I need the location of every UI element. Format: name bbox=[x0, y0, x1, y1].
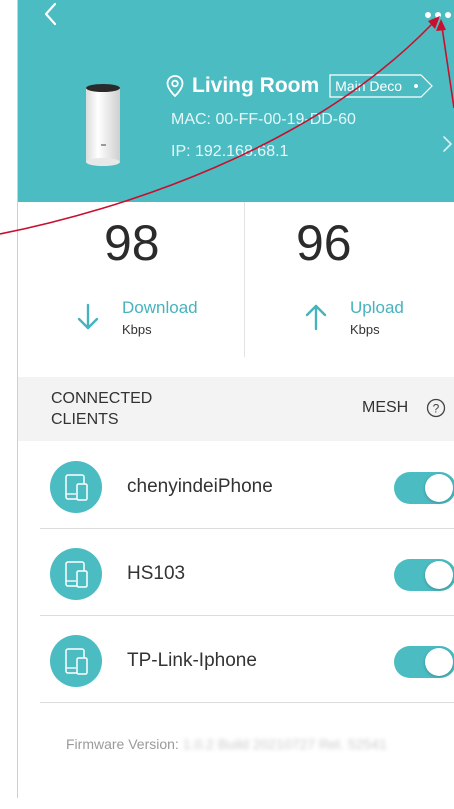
main-deco-tag: Main Deco bbox=[329, 74, 434, 98]
client-name: chenyindeiPhone bbox=[127, 476, 273, 497]
upload-speed-value: 96 bbox=[296, 215, 352, 271]
location-name: Living Room bbox=[192, 74, 320, 97]
download-speed-value: 98 bbox=[104, 215, 160, 271]
bottom-frame bbox=[0, 798, 454, 809]
frame-divider bbox=[17, 0, 18, 809]
devices-icon bbox=[65, 561, 88, 588]
client-row-chenyindeiphone[interactable]: chenyindeiPhone bbox=[40, 443, 454, 529]
row-divider bbox=[40, 528, 454, 529]
arrow-up-icon bbox=[305, 304, 327, 331]
deco-device-image bbox=[86, 84, 120, 166]
ip-address: IP: 192.168.68.1 bbox=[171, 143, 289, 160]
row-divider bbox=[40, 702, 454, 703]
download-label: Download bbox=[122, 298, 198, 317]
client-avatar bbox=[50, 461, 102, 513]
deco-detail-screen: Living Room Main Deco MAC: 00-FF-00-19-D… bbox=[18, 0, 454, 809]
mesh-label: MESH bbox=[362, 399, 409, 416]
client-toggle[interactable] bbox=[394, 472, 454, 504]
left-frame bbox=[0, 0, 17, 809]
arrow-down-icon bbox=[77, 303, 99, 330]
more-dots-icon bbox=[425, 12, 451, 18]
client-toggle[interactable] bbox=[394, 559, 454, 591]
client-avatar bbox=[50, 548, 102, 600]
chevron-left-icon bbox=[44, 2, 57, 26]
client-row-tp-link-iphone[interactable]: TP-Link-Iphone bbox=[40, 617, 454, 703]
toggle-knob bbox=[425, 561, 453, 589]
toggle-knob bbox=[425, 648, 453, 676]
client-row-hs103[interactable]: HS103 bbox=[40, 530, 454, 616]
location-row[interactable]: Living Room Main Deco bbox=[166, 70, 434, 102]
upload-unit: Kbps bbox=[350, 322, 380, 337]
client-name: HS103 bbox=[127, 563, 186, 584]
client-name: TP-Link-Iphone bbox=[127, 650, 257, 671]
download-unit: Kbps bbox=[122, 322, 152, 337]
firmware-value: 1.0.2 Build 20210727 Rel. 52541 bbox=[182, 736, 387, 752]
mac-address: MAC: 00-FF-00-19-DD-60 bbox=[171, 111, 356, 128]
devices-icon bbox=[65, 648, 88, 675]
main-deco-label: Main Deco bbox=[335, 78, 403, 94]
location-pin-icon bbox=[166, 75, 184, 97]
upload-label: Upload bbox=[350, 298, 404, 317]
device-header: Living Room Main Deco MAC: 00-FF-00-19-D… bbox=[18, 0, 454, 202]
back-button[interactable] bbox=[38, 0, 68, 30]
toggle-knob bbox=[425, 474, 453, 502]
firmware-label: Firmware Version: bbox=[66, 736, 179, 752]
more-button[interactable] bbox=[422, 8, 454, 22]
client-avatar bbox=[50, 635, 102, 687]
firmware-version: Firmware Version: 1.0.2 Build 20210727 Re… bbox=[66, 736, 387, 752]
connected-clients-title: CONNECTED CLIENTS bbox=[51, 390, 153, 428]
client-toggle[interactable] bbox=[394, 646, 454, 678]
row-divider bbox=[40, 615, 454, 616]
question-circle-icon[interactable]: ? bbox=[426, 398, 446, 418]
chevron-right-icon[interactable] bbox=[440, 134, 454, 154]
speed-divider bbox=[244, 202, 245, 357]
devices-icon bbox=[65, 474, 88, 501]
svg-text:?: ? bbox=[433, 402, 440, 416]
